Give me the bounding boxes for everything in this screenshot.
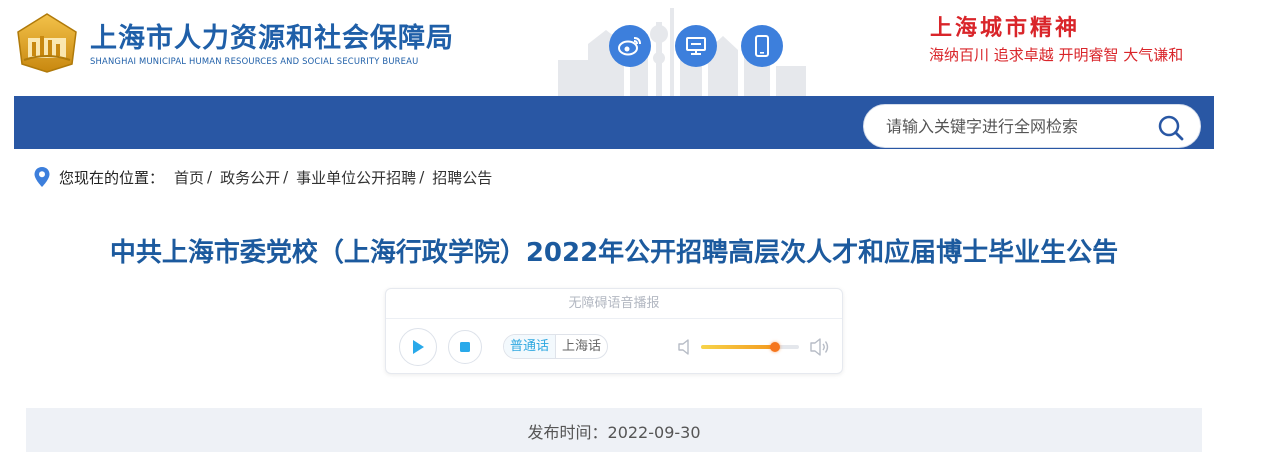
site-header: 上海市人力资源和社会保障局 SHANGHAI MUNICIPAL HUMAN R… (0, 0, 1271, 96)
lang-mandarin[interactable]: 普通话 (504, 335, 556, 358)
publish-date: 2022-09-30 (607, 423, 701, 442)
bureau-emblem-icon[interactable] (14, 12, 80, 74)
audio-player: 无障碍语音播报 普通话 上海话 (385, 288, 843, 374)
language-selector: 普通话 上海话 (503, 334, 609, 359)
breadcrumb-recruitment-notice[interactable]: 招聘公告 (432, 167, 492, 188)
volume-fill (701, 345, 776, 349)
breadcrumb-label: 您现在的位置： (59, 168, 165, 187)
play-icon (413, 340, 424, 354)
location-pin-icon (34, 167, 50, 187)
site-search (863, 104, 1201, 148)
stop-icon (460, 342, 470, 352)
org-name-en: SHANGHAI MUNICIPAL HUMAN RESOURCES AND S… (90, 56, 419, 66)
org-name-cn[interactable]: 上海市人力资源和社会保障局 (90, 16, 454, 55)
breadcrumb: 您现在的位置： 首页 / 政务公开 / 事业单位公开招聘 / 招聘公告 (33, 165, 492, 189)
volume-high-icon[interactable] (809, 336, 831, 358)
city-spirit-slogan: 海纳百川 追求卓越 开明睿智 大气谦和 (929, 46, 1184, 64)
lang-shanghainese[interactable]: 上海话 (555, 335, 607, 358)
desktop-version-button[interactable] (675, 25, 717, 67)
volume-knob[interactable] (770, 342, 781, 352)
breadcrumb-separator: / (283, 168, 289, 186)
search-input[interactable] (886, 105, 1146, 147)
desktop-icon (686, 37, 706, 55)
breadcrumb-separator: / (419, 168, 425, 186)
breadcrumb-gov-affairs[interactable]: 政务公开 (220, 167, 280, 188)
city-spirit-title: 上海城市精神 (930, 15, 1081, 41)
weibo-icon (618, 37, 641, 56)
search-icon[interactable] (1157, 114, 1185, 142)
mobile-icon (755, 35, 769, 57)
breadcrumb-home[interactable]: 首页 (174, 167, 204, 188)
publish-time: 发布时间：2022-09-30 (26, 408, 1202, 452)
audio-player-header: 无障碍语音播报 (386, 289, 842, 319)
weibo-share-button[interactable] (609, 25, 651, 67)
stop-button[interactable] (448, 330, 482, 364)
mobile-version-button[interactable] (741, 25, 783, 67)
publish-info-bar: 发布时间：2022-09-30 (26, 408, 1202, 452)
volume-slider[interactable] (701, 342, 799, 352)
volume-low-icon[interactable] (677, 338, 693, 356)
publish-label: 发布时间： (527, 423, 608, 442)
article-title: 中共上海市委党校（上海行政学院）2022年公开招聘高层次人才和应届博士毕业生公告 (109, 238, 1119, 268)
breadcrumb-separator: / (207, 168, 213, 186)
play-button[interactable] (399, 328, 437, 366)
breadcrumb-public-recruitment[interactable]: 事业单位公开招聘 (296, 167, 416, 188)
